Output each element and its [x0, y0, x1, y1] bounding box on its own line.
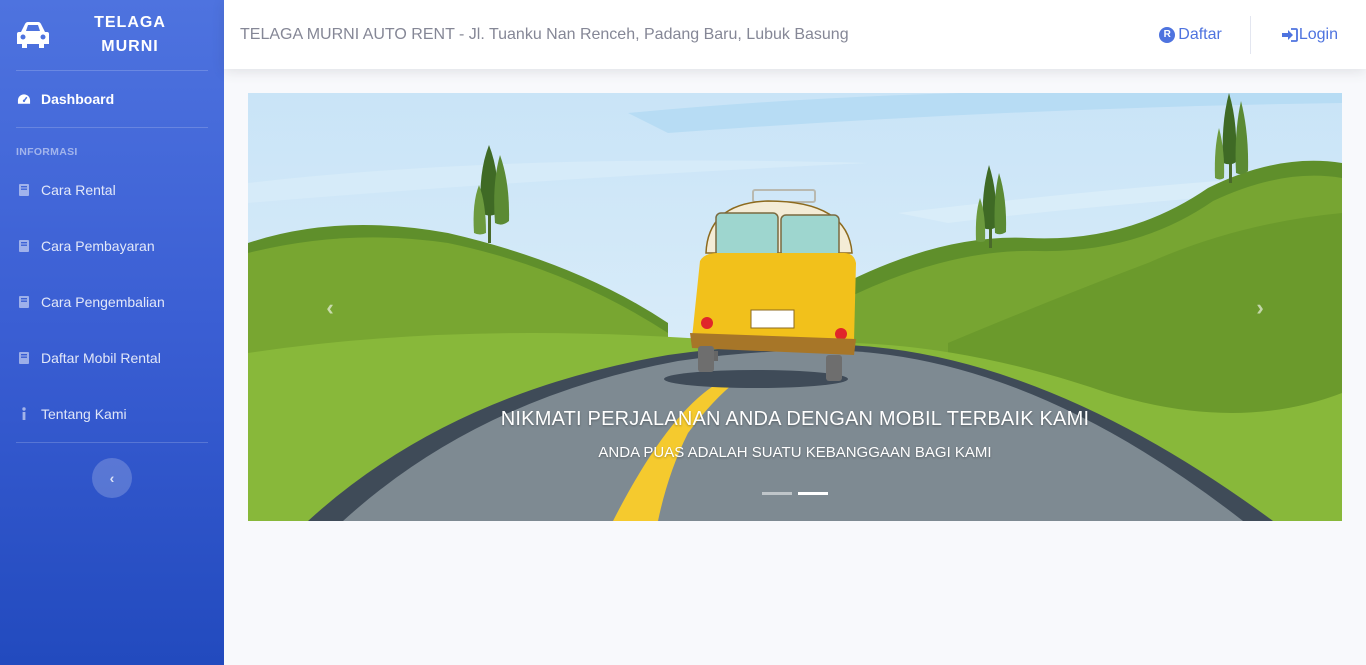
sidebar-heading: INFORMASI	[16, 146, 78, 158]
brand-line-2: MURNI	[101, 38, 159, 55]
tachometer-icon	[17, 92, 31, 106]
hero-carousel: ‹ › NIKMATI PERJALANAN ANDA DENGAN MOBIL…	[248, 93, 1342, 521]
book-icon	[17, 183, 31, 197]
sign-in-icon	[1281, 27, 1298, 42]
registered-icon: R	[1159, 26, 1176, 43]
sidebar-brand[interactable]: TELAGA MURNI	[0, 0, 224, 70]
carousel-caption-title: NIKMATI PERJALANAN ANDA DENGAN MOBIL TER…	[500, 408, 1090, 430]
carousel-prev-button[interactable]: ‹	[315, 293, 345, 323]
brand-text: TELAGA MURNI	[90, 11, 170, 59]
carousel-indicators	[762, 492, 834, 495]
topbar-title: TELAGA MURNI AUTO RENT - Jl. Tuanku Nan …	[240, 25, 849, 43]
sidebar-item-cara-rental[interactable]: Cara Rental	[0, 162, 224, 218]
book-icon	[17, 295, 31, 309]
login-link[interactable]: Login	[1281, 26, 1338, 44]
sidebar-item-tentang-kami[interactable]: Tentang Kami	[0, 386, 224, 442]
sidebar-item-cara-pengembalian[interactable]: Cara Pengembalian	[0, 274, 224, 330]
sidebar-item-label: Cara Pengembalian	[41, 294, 165, 310]
daftar-link[interactable]: R Daftar	[1159, 26, 1222, 44]
carousel-caption-subtitle: ANDA PUAS ADALAH SUATU KEBANGGAAN BAGI K…	[598, 444, 992, 461]
carousel-indicator-1[interactable]	[762, 492, 792, 495]
chevron-right-icon: ›	[1256, 295, 1264, 320]
sidebar-item-label: Tentang Kami	[41, 406, 127, 422]
carousel-next-button[interactable]: ›	[1245, 293, 1275, 323]
chevron-left-icon: ‹	[109, 470, 115, 486]
chevron-left-icon: ‹	[326, 295, 334, 320]
sidebar-toggle-button[interactable]: ‹	[92, 458, 132, 498]
sidebar-item-label: Daftar Mobil Rental	[41, 350, 161, 366]
sidebar-item-cara-pembayaran[interactable]: Cara Pembayaran	[0, 218, 224, 274]
login-label: Login	[1298, 25, 1338, 43]
sidebar-divider	[16, 442, 208, 443]
car-icon	[17, 22, 49, 48]
book-icon	[17, 239, 31, 253]
topbar-actions: R Daftar Login	[1159, 0, 1366, 69]
sidebar-item-label: Cara Rental	[41, 182, 116, 198]
topbar: TELAGA MURNI AUTO RENT - Jl. Tuanku Nan …	[224, 0, 1366, 69]
topbar-divider	[1249, 15, 1251, 54]
brand-line-1: TELAGA	[94, 14, 166, 31]
sidebar-item-label: Cara Pembayaran	[41, 238, 155, 254]
sidebar-item-label: Dashboard	[41, 91, 115, 107]
book-icon	[17, 351, 31, 365]
daftar-label: Daftar	[1178, 25, 1222, 43]
info-icon	[17, 407, 31, 421]
sidebar-item-dashboard[interactable]: Dashboard	[0, 71, 224, 127]
carousel-indicator-2[interactable]	[798, 492, 828, 495]
sidebar-item-daftar-mobil-rental[interactable]: Daftar Mobil Rental	[0, 330, 224, 386]
sidebar: TELAGA MURNI Dashboard INFORMASI Cara Re…	[0, 0, 224, 665]
